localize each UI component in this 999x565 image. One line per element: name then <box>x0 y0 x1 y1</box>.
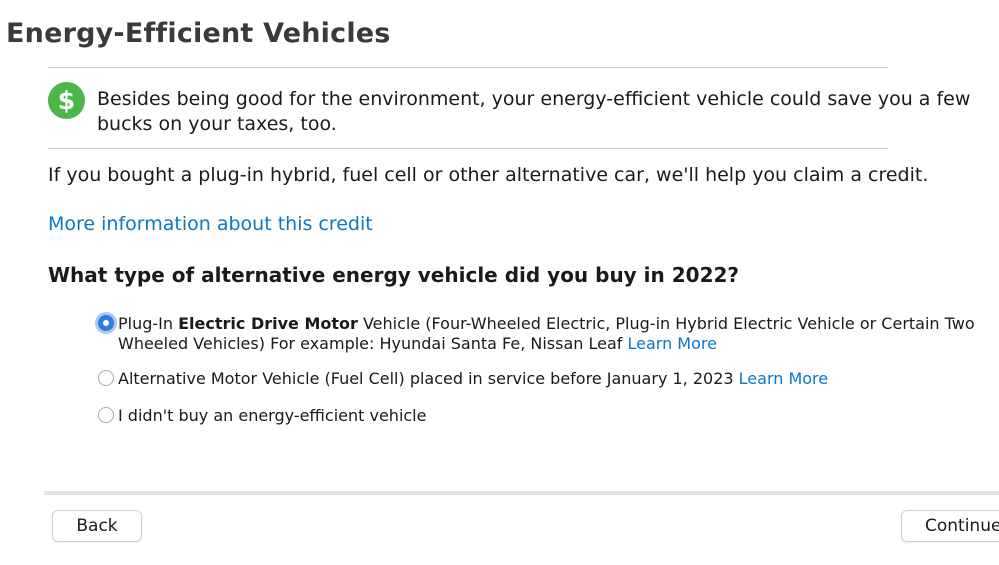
learn-more-link[interactable]: Learn More <box>739 369 828 388</box>
question-heading: What type of alternative energy vehicle … <box>48 263 740 287</box>
tip-line-2: bucks on your taxes, too. <box>97 113 337 135</box>
option-line2: Wheeled Vehicles) For example: Hyundai S… <box>118 334 628 353</box>
continue-button[interactable]: Continue <box>901 510 999 542</box>
option-bold-text: Electric Drive Motor <box>178 314 358 333</box>
option-label: I didn't buy an energy-efficient vehicle <box>118 406 426 426</box>
tip-text: Besides being good for the environment, … <box>97 87 999 137</box>
tip-line-1: Besides being good for the environment, … <box>97 88 971 110</box>
page-title: Energy-Efficient Vehicles <box>6 18 391 49</box>
dollar-circle-icon: $ <box>48 82 85 119</box>
option-prefix: Plug-In <box>118 314 179 333</box>
radio-plug-in-electric[interactable] <box>98 315 114 331</box>
learn-more-link[interactable]: Learn More <box>628 334 717 353</box>
radio-fuel-cell[interactable] <box>98 370 114 386</box>
back-button[interactable]: Back <box>52 510 142 542</box>
option-text: I didn't buy an energy-efficient vehicle <box>118 406 427 425</box>
top-divider <box>48 67 888 68</box>
tip-divider <box>48 148 888 149</box>
option-label: Alternative Motor Vehicle (Fuel Cell) pl… <box>118 369 828 389</box>
more-info-link[interactable]: More information about this credit <box>48 212 373 237</box>
option-line1-rest: Vehicle (Four-Wheeled Electric, Plug-in … <box>357 314 975 333</box>
radio-no-vehicle[interactable] <box>98 407 114 423</box>
footer-divider <box>44 491 999 495</box>
option-text: Alternative Motor Vehicle (Fuel Cell) pl… <box>118 369 739 388</box>
option-label: Plug-In Electric Drive Motor Vehicle (Fo… <box>118 314 975 354</box>
intro-text: If you bought a plug-in hybrid, fuel cel… <box>48 164 929 186</box>
